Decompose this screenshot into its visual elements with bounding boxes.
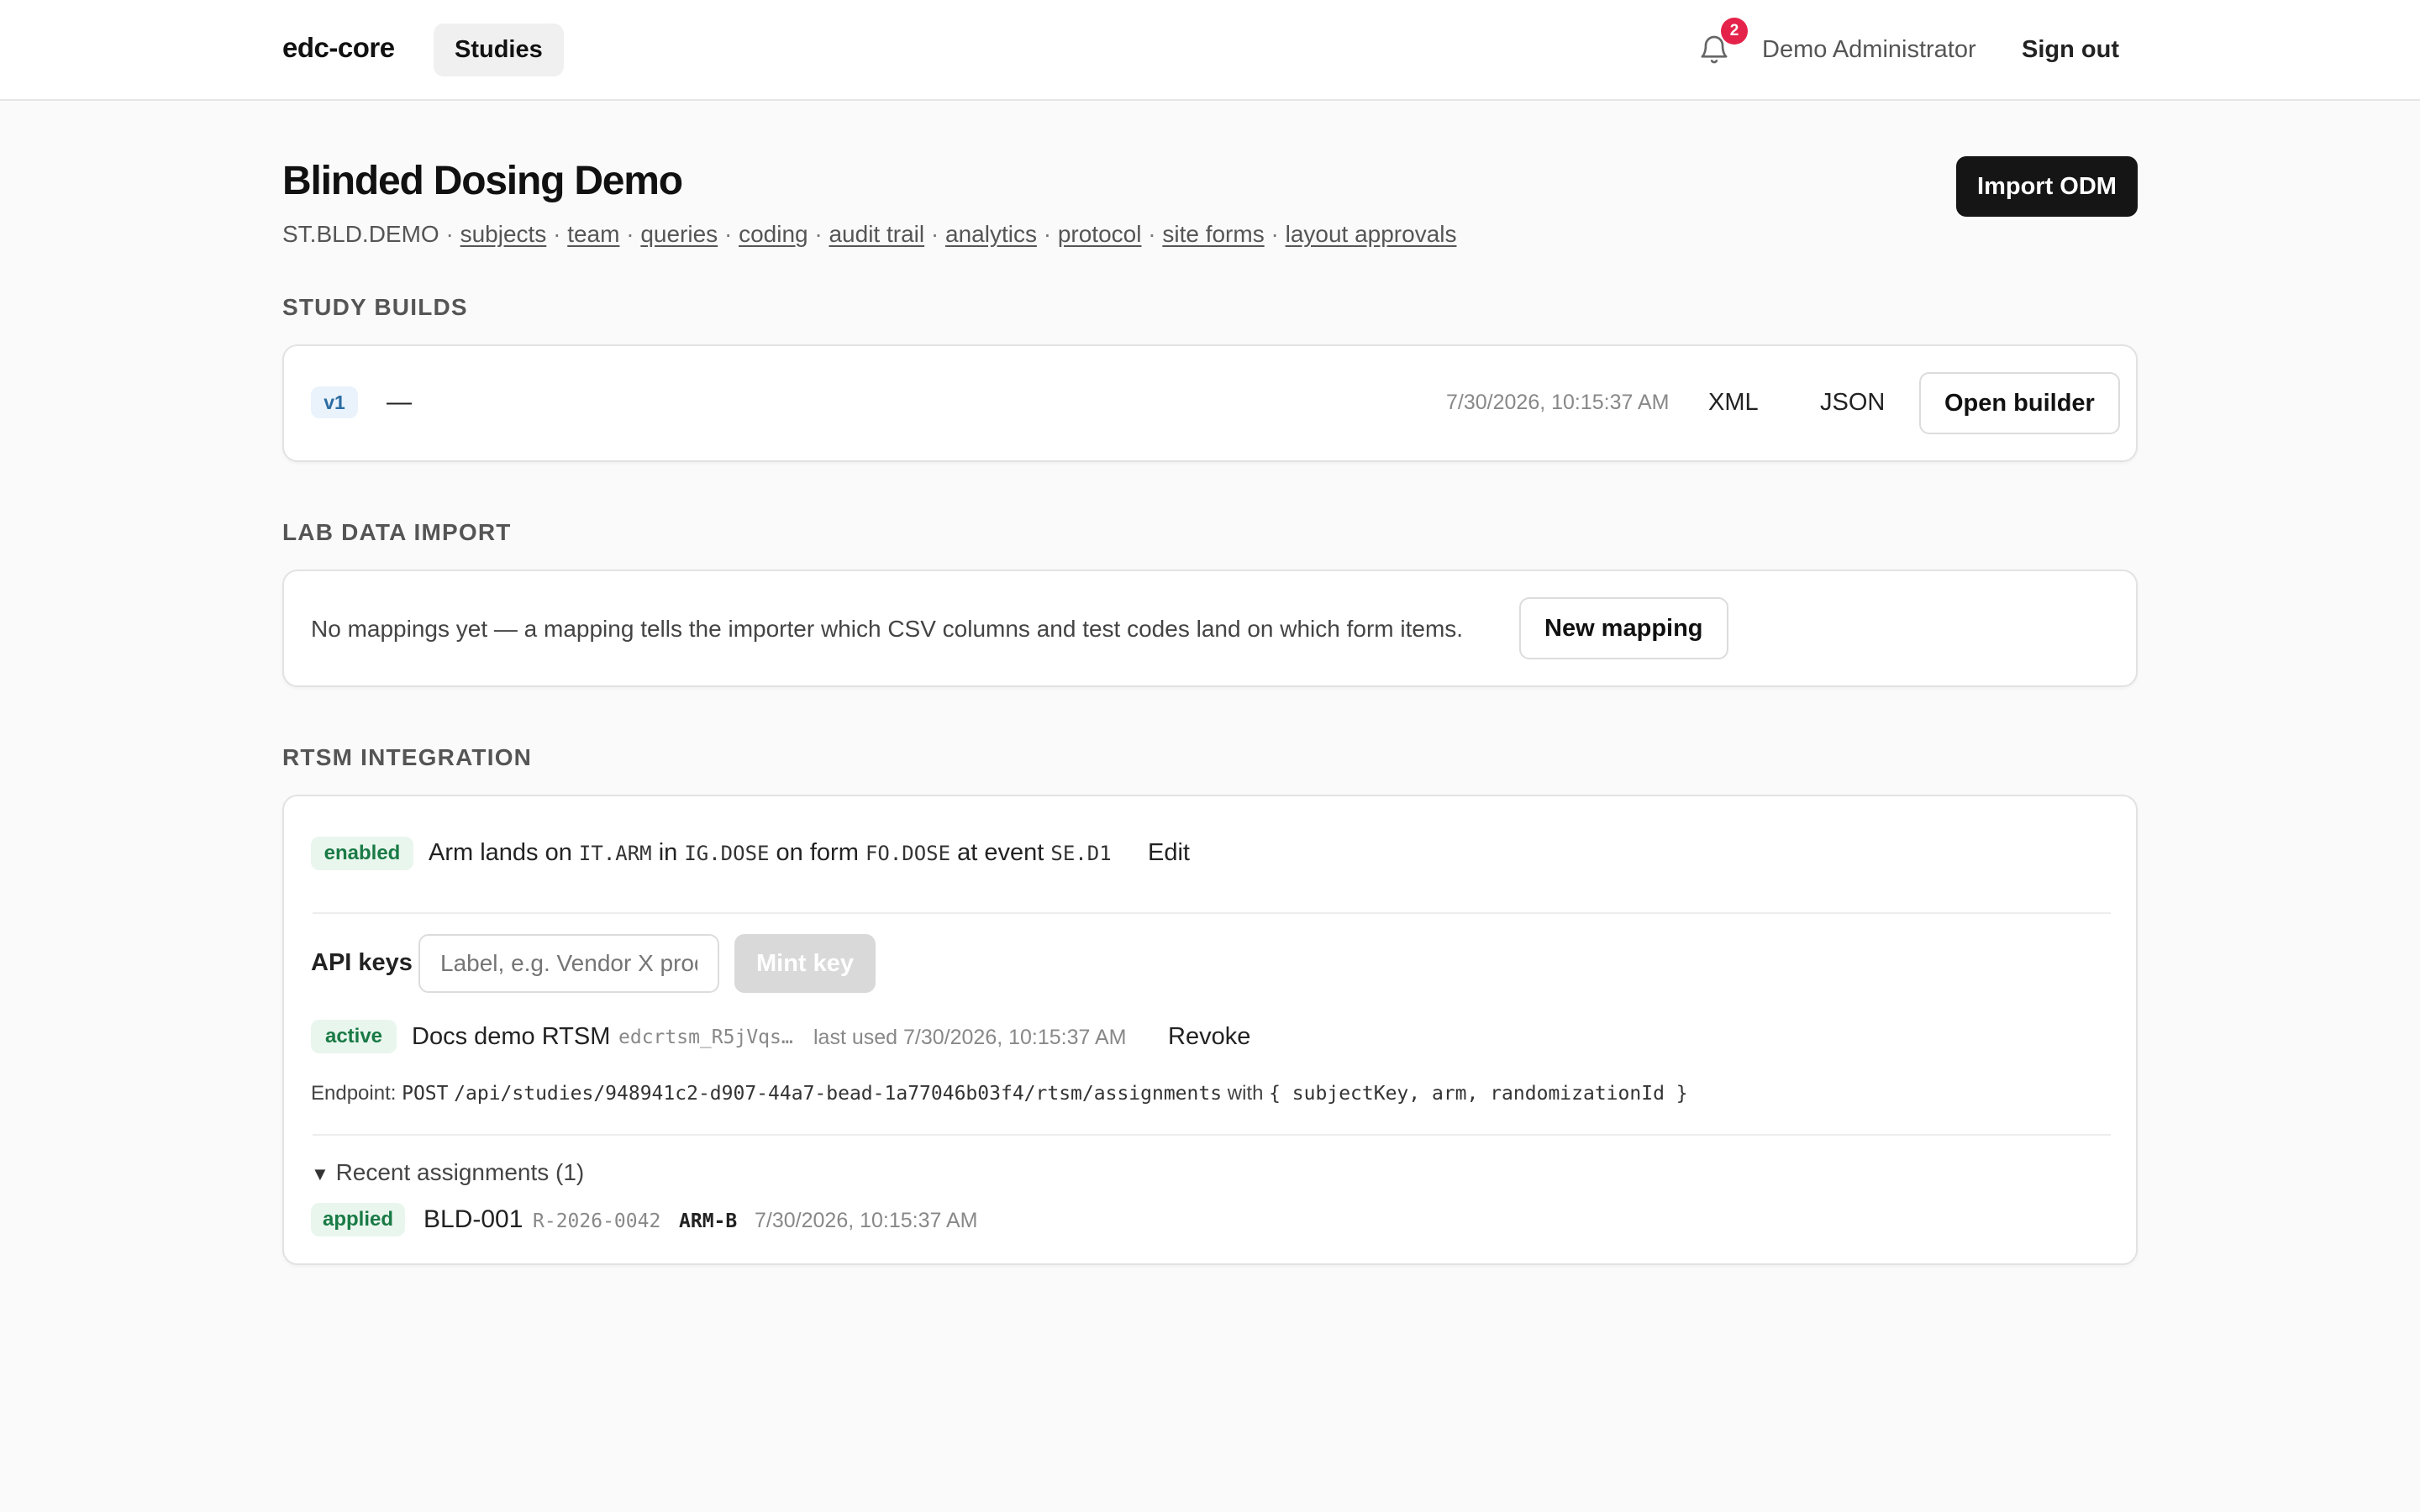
assignment-subject: BLD-001	[424, 1205, 523, 1233]
link-layout-approvals[interactable]: layout approvals	[1286, 221, 1457, 247]
link-coding[interactable]: coding	[739, 221, 808, 247]
endpoint-body: { subjectKey, arm, randomizationId }	[1269, 1083, 1688, 1105]
divider	[313, 1134, 2111, 1136]
api-key-label-input[interactable]	[418, 934, 719, 993]
rtsm-status-badge: enabled	[311, 837, 413, 870]
assignment-status-badge: applied	[311, 1203, 405, 1236]
disclosure-triangle-icon: ▼	[311, 1163, 329, 1184]
link-site-forms[interactable]: site forms	[1162, 221, 1264, 247]
study-code: ST.BLD.DEMO	[282, 221, 439, 247]
build-description: —	[387, 388, 412, 416]
sign-out-button[interactable]: Sign out	[2022, 36, 2119, 64]
api-key-status-badge: active	[311, 1020, 397, 1053]
link-subjects[interactable]: subjects	[460, 221, 547, 247]
notification-badge: 2	[1721, 18, 1748, 45]
rtsm-group-oid: IG.DOSE	[684, 842, 770, 865]
user-name: Demo Administrator	[1762, 36, 1976, 63]
link-protocol[interactable]: protocol	[1058, 221, 1142, 247]
recent-assignments-toggle[interactable]: ▼ Recent assignments (1)	[311, 1159, 584, 1186]
endpoint-method: POST	[402, 1083, 449, 1105]
rtsm-heading: RTSM INTEGRATION	[282, 744, 533, 770]
brand-logo[interactable]: edc-core	[282, 32, 395, 64]
lab-empty-text: No mappings yet — a mapping tells the im…	[311, 616, 1464, 642]
study-subnav: ST.BLD.DEMO · subjects · team · queries …	[282, 221, 1457, 247]
new-mapping-button[interactable]: New mapping	[1519, 597, 1728, 659]
api-key-prefix: edcrtsm_R5jVqs…	[618, 1026, 793, 1048]
assignment-arm: ARM-B	[679, 1210, 738, 1232]
recent-assignments-summary: Recent assignments (1)	[335, 1159, 585, 1185]
link-analytics[interactable]: analytics	[945, 221, 1037, 247]
rtsm-item-oid: IT.ARM	[578, 842, 652, 865]
nav-studies[interactable]: Studies	[434, 24, 564, 76]
rtsm-mapping-description: Arm lands on IT.ARM in IG.DOSE on form F…	[429, 839, 1112, 866]
build-version-badge: v1	[311, 386, 358, 418]
revoke-key-button[interactable]: Revoke	[1168, 1023, 1250, 1051]
rtsm-edit-button[interactable]: Edit	[1148, 839, 1190, 867]
rtsm-form-oid: FO.DOSE	[865, 842, 951, 865]
link-queries[interactable]: queries	[640, 221, 718, 247]
download-xml-button[interactable]: XML	[1708, 389, 1759, 417]
assignment-timestamp: 7/30/2026, 10:15:37 AM	[755, 1209, 978, 1232]
rtsm-card: enabled Arm lands on IT.ARM in IG.DOSE o…	[282, 795, 2138, 1265]
build-timestamp: 7/30/2026, 10:15:37 AM	[1446, 391, 1670, 414]
endpoint-path: /api/studies/948941c2-d907-44a7-bead-1a7…	[454, 1083, 1223, 1105]
api-key-name: Docs demo RTSM	[412, 1023, 611, 1050]
mint-key-button[interactable]: Mint key	[734, 934, 876, 993]
page-title: Blinded Dosing Demo	[282, 159, 683, 203]
top-navigation-bar: edc-core Studies 2 Demo Administrator Si…	[0, 0, 2420, 101]
api-key-last-used: last used 7/30/2026, 10:15:37 AM	[813, 1026, 1127, 1049]
api-keys-label: API keys	[311, 949, 413, 976]
lab-import-card: No mappings yet — a mapping tells the im…	[282, 570, 2138, 687]
link-team[interactable]: team	[567, 221, 619, 247]
download-json-button[interactable]: JSON	[1820, 389, 1885, 417]
rtsm-event-oid: SE.D1	[1050, 842, 1112, 865]
divider	[313, 912, 2111, 914]
lab-import-heading: LAB DATA IMPORT	[282, 519, 512, 545]
study-builds-card: v1 — 7/30/2026, 10:15:37 AM XML JSON Ope…	[282, 344, 2138, 462]
import-odm-button[interactable]: Import ODM	[1956, 156, 2138, 217]
rtsm-endpoint: Endpoint: POST /api/studies/948941c2-d90…	[311, 1082, 1688, 1105]
study-builds-heading: STUDY BUILDS	[282, 294, 468, 320]
open-builder-button[interactable]: Open builder	[1919, 372, 2120, 434]
assignment-randomization-id: R-2026-0042	[533, 1210, 661, 1232]
link-audit-trail[interactable]: audit trail	[829, 221, 924, 247]
